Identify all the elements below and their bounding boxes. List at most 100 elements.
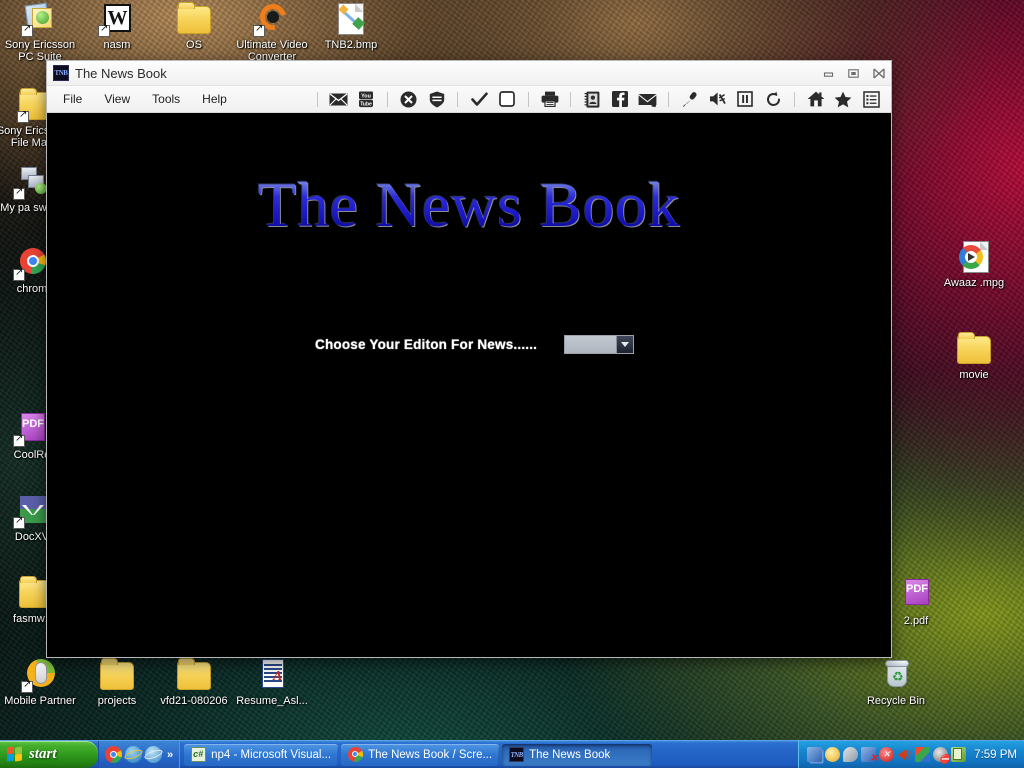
network-icon[interactable] [807,747,823,762]
folder-icon [177,2,211,36]
desktop-icon-recycle-bin[interactable]: ♻ Recycle Bin [858,658,934,707]
mail-icon[interactable] [327,88,351,110]
start-button-label: start [29,746,57,762]
maximize-icon[interactable] [841,62,866,84]
facebook-icon[interactable] [608,88,632,110]
the-news-book-window: The News Book File View Tools Help [46,60,892,658]
window-controls [816,61,891,85]
task-button-list: c# np4 - Microsoft Visual... The News Bo… [180,741,798,768]
shortcut-overlay-icon [21,679,33,693]
microphone-icon[interactable] [678,88,702,110]
check-icon[interactable] [467,88,491,110]
page-title-logo: The News Book [47,169,891,242]
start-button[interactable]: start [0,741,98,768]
menu-item-tools[interactable]: Tools [142,89,190,109]
desktop-icon-label: Awaaz .mpg [943,277,1005,289]
close-icon[interactable] [866,62,891,84]
safely-remove-icon[interactable] [951,747,967,762]
folder-icon [177,658,211,692]
square-icon[interactable] [495,88,519,110]
desktop-icon-ultimate-video-converter[interactable]: Ultimate Video Converter [234,0,310,63]
shortcut-overlay-icon [13,267,25,281]
edition-chooser-row: Choose Your Editon For News...... [315,335,635,354]
menu-item-view[interactable]: View [94,89,140,109]
antivirus-alert-icon[interactable]: ✕ [879,747,895,762]
menu-item-help[interactable]: Help [192,89,237,109]
app-content-area: The News Book Choose Your Editon For New… [47,113,891,657]
shield-icon[interactable] [425,88,449,110]
taskbar-clock[interactable]: 7:59 PM [974,749,1017,761]
toolbar-separator [527,91,529,107]
desktop-icon-vfd21[interactable]: vfd21-080206 [156,658,232,707]
pdf-file-icon: PDF [899,578,933,612]
task-button-chrome-newsbook[interactable]: The News Book / Scre... [341,743,500,766]
messenger-icon[interactable] [843,747,859,762]
desktop-icon-tnb2-bmp[interactable]: TNB2.bmp [313,2,389,51]
quick-launch-bar: » [98,741,181,768]
task-button-visual-studio[interactable]: c# np4 - Microsoft Visual... [184,743,339,766]
chrome-icon [13,246,49,281]
shortcut-overlay-icon [21,23,33,37]
desktop-icon-label: nasm [103,39,131,51]
desktop-icon-mobile-partner[interactable]: Mobile Partner [2,658,78,707]
task-button-label: The News Book / Scre... [368,748,493,761]
send-mail-icon[interactable] [636,88,660,110]
desktop-icon-projects[interactable]: projects [79,658,155,707]
quick-launch-more-icon[interactable]: » [165,749,175,761]
task-button-the-news-book[interactable]: TNB The News Book [502,743,653,766]
shortcut-overlay-icon [13,515,25,529]
shortcut-overlay-icon [17,109,29,123]
pause-icon[interactable] [734,88,758,110]
refresh-icon[interactable] [761,88,785,110]
toolbar-separator [316,91,318,107]
visual-studio-icon: c# [191,747,207,762]
video-converter-icon [253,0,292,37]
list-icon[interactable] [859,88,883,110]
chevron-down-icon[interactable] [616,336,634,353]
ie-shortcut-icon[interactable] [143,746,164,763]
desktop-icon-os[interactable]: OS [156,2,232,51]
toolbar-separator [668,91,670,107]
desktop-icon-label: Recycle Bin [866,695,926,707]
star-icon[interactable] [832,88,856,110]
nasm-app-icon: W [98,2,134,37]
docxviewer-icon [13,494,49,529]
mobile-partner-icon [21,658,57,693]
menu-item-file[interactable]: File [53,89,92,109]
toolbar-separator [793,91,795,107]
edition-prompt-label: Choose Your Editon For News...... [315,337,538,352]
desktop-icon-label: movie [959,369,989,381]
internet-explorer-icon[interactable] [123,746,144,763]
desktop-icon-label: OS [186,39,202,51]
desktop-icon-label: Mobile Partner [4,695,76,707]
desktop-icon-resume[interactable]: A Resume_Asl... [234,658,310,707]
display-icon[interactable] [915,747,931,762]
menu-and-toolbar: File View Tools Help You Tube [47,86,891,113]
folder-icon [15,576,53,610]
chrome-icon[interactable] [105,746,122,763]
mute-icon[interactable] [706,88,730,110]
block-circle-icon[interactable] [397,88,421,110]
youtube-icon[interactable]: You Tube [354,88,378,110]
disc-icon[interactable]: ⛔ [933,747,950,764]
task-button-label: The News Book [529,748,611,761]
window-titlebar[interactable]: The News Book [47,61,891,86]
desktop-icon-movie[interactable]: movie [936,332,1012,381]
tnb-app-icon [53,65,69,81]
home-icon[interactable] [804,88,828,110]
print-icon[interactable] [538,88,562,110]
pdf-reader-icon: PDF [13,412,49,447]
desktop-icon-awaaz-mpg[interactable]: Awaaz .mpg [936,240,1012,289]
desktop-icon-label: Resume_Asl... [236,695,308,707]
window-title: The News Book [75,65,167,81]
edition-select[interactable] [564,335,635,354]
address-book-icon[interactable] [580,88,604,110]
folder-icon [957,332,991,366]
svg-text:You: You [361,93,371,99]
network-disconnected-icon[interactable]: ✕ [861,747,878,764]
update-icon[interactable] [825,747,841,762]
volume-icon[interactable]: )) [897,747,912,762]
desktop-icon-sony-ericsson-pc-suite[interactable]: Sony Ericsson PC Suite [2,2,78,63]
desktop-icon-nasm[interactable]: W nasm [79,2,155,51]
minimize-icon[interactable] [816,62,841,84]
